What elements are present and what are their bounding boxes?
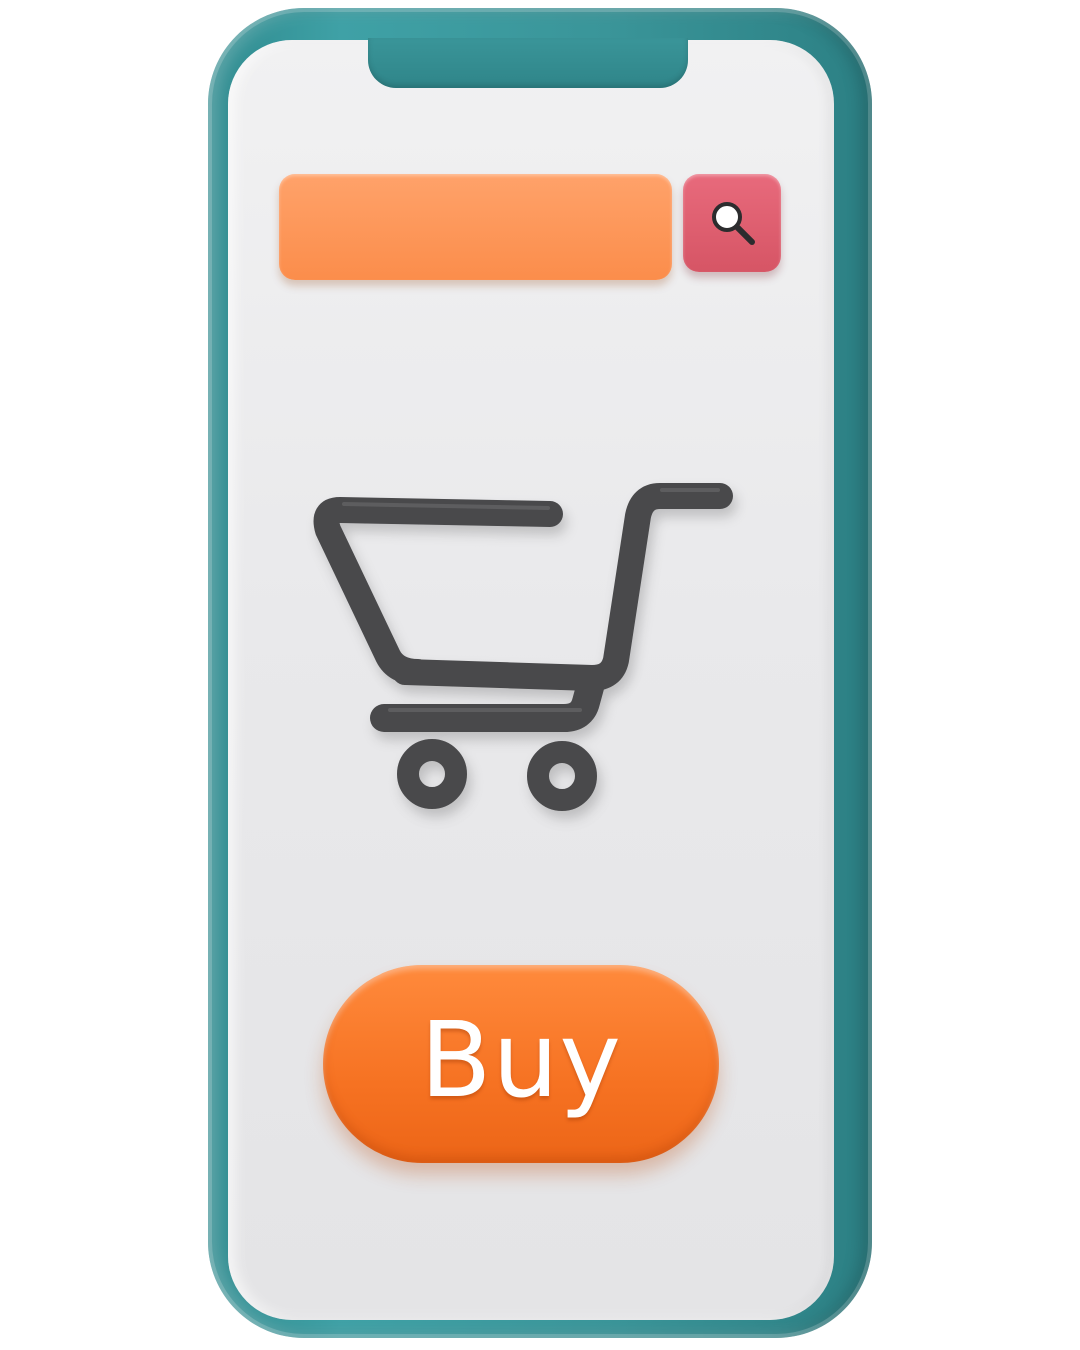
buy-button-label: Buy <box>420 999 622 1121</box>
shopping-cart-icon <box>300 470 750 830</box>
search-button[interactable] <box>683 174 781 272</box>
phone-notch <box>368 38 688 88</box>
stage: Buy <box>0 0 1080 1350</box>
search-input[interactable] <box>279 174 672 280</box>
search-icon <box>702 193 762 253</box>
buy-button[interactable]: Buy <box>323 965 719 1163</box>
